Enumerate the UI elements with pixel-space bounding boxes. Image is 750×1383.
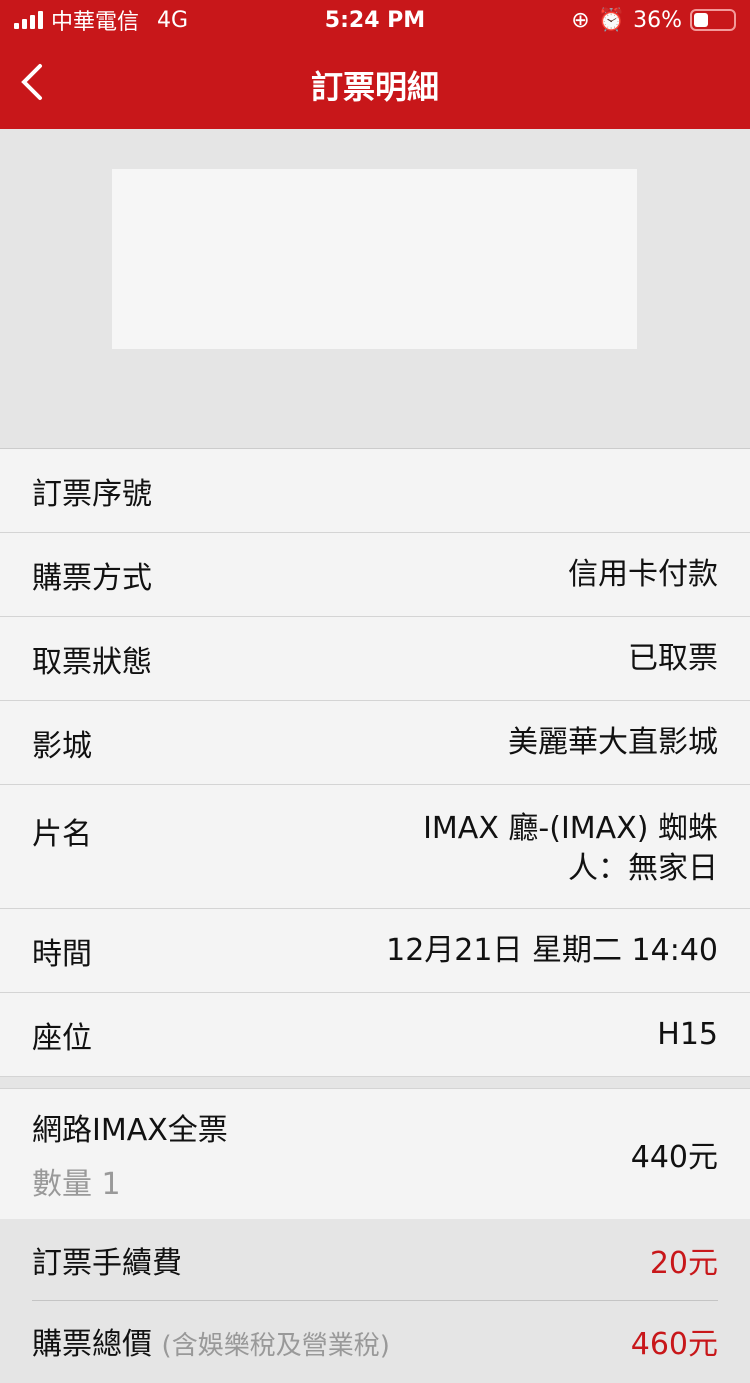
detail-row-order-number: 訂票序號 bbox=[0, 449, 750, 533]
quantity-value: 1 bbox=[101, 1167, 121, 1202]
detail-value: 已取票 bbox=[628, 640, 718, 676]
detail-value: 信用卡付款 bbox=[568, 556, 718, 592]
detail-label: 座位 bbox=[32, 1020, 92, 1056]
detail-label: 時間 bbox=[32, 936, 92, 972]
fee-row: 訂票手續費 20元 bbox=[32, 1219, 718, 1301]
detail-value: 美麗華大直影城 bbox=[508, 724, 718, 760]
section-divider bbox=[0, 1077, 750, 1089]
order-details: 訂票序號 購票方式 信用卡付款 取票狀態 已取票 影城 美麗華大直影城 片名 IMAX … bbox=[0, 449, 750, 1077]
ticket-item: 網路IMAX全票 數量 1 440元 bbox=[0, 1089, 750, 1219]
detail-row-cinema: 影城 美麗華大直影城 bbox=[0, 701, 750, 785]
redacted-barcode bbox=[112, 169, 637, 349]
detail-row-time: 時間 12月21日 星期二 14:40 bbox=[0, 909, 750, 993]
total-value: 460元 bbox=[630, 1327, 718, 1362]
detail-value: H15 bbox=[657, 1016, 718, 1052]
total-label: 購票總價 bbox=[32, 1327, 152, 1362]
detail-label: 影城 bbox=[32, 728, 92, 764]
fee-value: 20元 bbox=[649, 1245, 718, 1281]
price-summary: 訂票手續費 20元 購票總價 (含娛樂稅及營業稅) 460元 bbox=[0, 1219, 750, 1383]
status-bar: 中華電信 4G 5:24 PM ⊕ ⏰ 36% bbox=[0, 0, 750, 40]
ticket-name: 網路IMAX全票 bbox=[32, 1113, 228, 1148]
battery-percent: 36% bbox=[633, 7, 682, 33]
detail-value: 12月21日 星期二 14:40 bbox=[386, 932, 718, 968]
detail-label: 購票方式 bbox=[32, 560, 152, 596]
page-title: 訂票明細 bbox=[310, 67, 439, 106]
battery-icon bbox=[690, 9, 736, 31]
detail-value: IMAX 廳-(IMAX) 蜘蛛 人：無家日 bbox=[423, 811, 718, 886]
ticket-price: 440元 bbox=[630, 1140, 718, 1175]
detail-row-seat: 座位 H15 bbox=[0, 993, 750, 1077]
rotation-lock-icon: ⊕ bbox=[571, 7, 590, 33]
back-button[interactable] bbox=[18, 62, 48, 102]
total-note: (含娛樂稅及營業稅) bbox=[161, 1331, 390, 1361]
detail-label: 訂票序號 bbox=[32, 476, 152, 512]
ticket-qr-area bbox=[0, 129, 750, 449]
detail-row-payment: 購票方式 信用卡付款 bbox=[0, 533, 750, 617]
fee-label: 訂票手續費 bbox=[32, 1245, 182, 1281]
quantity-label: 數量 bbox=[32, 1167, 92, 1202]
detail-label: 片名 bbox=[32, 817, 92, 852]
app-header: 中華電信 4G 5:24 PM ⊕ ⏰ 36% 訂票明細 bbox=[0, 0, 750, 129]
detail-label: 取票狀態 bbox=[32, 644, 152, 680]
alarm-icon: ⏰ bbox=[597, 7, 626, 33]
detail-row-pickup-status: 取票狀態 已取票 bbox=[0, 617, 750, 701]
detail-row-movie: 片名 IMAX 廳-(IMAX) 蜘蛛 人：無家日 bbox=[0, 785, 750, 909]
total-row: 購票總價 (含娛樂稅及營業稅) 460元 bbox=[32, 1301, 718, 1383]
